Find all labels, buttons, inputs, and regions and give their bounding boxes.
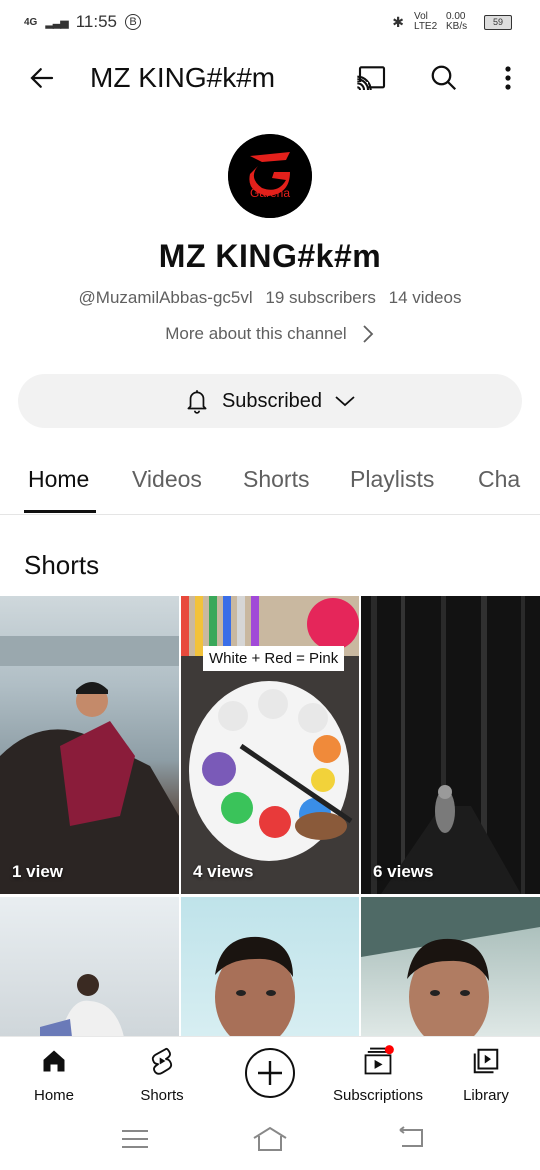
home-icon xyxy=(0,1043,108,1079)
shorts-icon xyxy=(108,1043,216,1079)
short-overlay-text: White + Red = Pink xyxy=(203,646,345,671)
subscribe-button[interactable]: Subscribed xyxy=(18,374,522,428)
subscriptions-icon xyxy=(324,1043,432,1079)
tab-shorts[interactable]: Shorts xyxy=(243,466,309,493)
status-time: 11:55 xyxy=(75,12,118,31)
channel-name: MZ KING#k#m xyxy=(158,238,382,274)
tab-channels[interactable]: Cha xyxy=(478,466,520,493)
shorts-section-title: Shorts xyxy=(24,550,100,580)
short-view-count: 6 views xyxy=(373,862,434,881)
status-bar: 4G ▂▃▅ 11:55 B ✱ Vol LTE2 0.00 KB/s 59 xyxy=(0,0,540,44)
short-thumbnail[interactable]: 1 view xyxy=(0,596,179,894)
channel-tabs: Home Videos Shorts Playlists Cha xyxy=(0,450,540,515)
signal-icon: ▂▃▅ xyxy=(45,16,68,29)
bell-icon xyxy=(187,390,207,414)
bottom-navigation: Home Shorts Subscriptions Library xyxy=(0,1036,540,1113)
short-thumbnail[interactable] xyxy=(0,897,179,1037)
more-vert-icon[interactable] xyxy=(488,58,528,98)
short-thumbnail[interactable] xyxy=(181,897,359,1037)
channel-avatar[interactable]: Garena xyxy=(228,134,312,218)
tab-home[interactable]: Home xyxy=(28,466,89,493)
active-tab-indicator xyxy=(24,510,96,513)
create-button[interactable] xyxy=(216,1045,324,1109)
volte-indicator: Vol LTE2 xyxy=(414,11,438,32)
more-about-label: More about this channel xyxy=(165,324,347,343)
nav-library-label: Library xyxy=(463,1087,509,1104)
subscribe-label: Subscribed xyxy=(221,389,323,412)
nav-subscriptions[interactable]: Subscriptions xyxy=(324,1043,432,1104)
avatar-text: Garena xyxy=(249,186,291,200)
channel-meta: @MuzamilAbbas-gc5vl 19 subscribers 14 vi… xyxy=(0,288,540,308)
bluetooth-icon: ✱ xyxy=(392,13,404,30)
nav-home[interactable]: Home xyxy=(0,1043,108,1104)
short-image xyxy=(0,636,179,894)
short-view-count: 4 views xyxy=(193,862,254,881)
nav-shorts-label: Shorts xyxy=(140,1087,184,1104)
b-badge: B xyxy=(125,14,142,30)
nav-home-label: Home xyxy=(33,1087,74,1104)
short-thumbnail[interactable]: 6 views xyxy=(361,596,540,894)
tab-playlists[interactable]: Playlists xyxy=(350,466,434,493)
network-speed: 0.00 KB/s xyxy=(446,11,468,32)
menu-icon[interactable] xyxy=(120,1128,150,1155)
nav-library[interactable]: Library xyxy=(432,1043,540,1104)
short-view-count: 1 view xyxy=(12,862,64,881)
home-nav-icon[interactable] xyxy=(252,1126,288,1157)
subscriber-count: 19 subscribers xyxy=(265,288,376,307)
top-bar: MZ KING#k#m xyxy=(0,44,540,114)
short-image xyxy=(40,974,124,1037)
plus-circle-icon xyxy=(216,1045,324,1101)
short-image xyxy=(371,596,525,894)
more-about-link[interactable]: More about this channel xyxy=(0,324,540,344)
short-image xyxy=(181,596,359,861)
library-icon xyxy=(432,1043,540,1079)
search-icon[interactable] xyxy=(424,58,464,98)
short-image xyxy=(215,936,295,1037)
tab-videos[interactable]: Videos xyxy=(132,466,202,493)
arrow-left-icon[interactable] xyxy=(22,58,62,98)
nav-shorts[interactable]: Shorts xyxy=(108,1043,216,1104)
short-image xyxy=(361,897,540,1037)
back-nav-icon[interactable] xyxy=(396,1126,426,1155)
nav-subscriptions-label: Subscriptions xyxy=(332,1087,424,1104)
system-nav-bar xyxy=(0,1112,540,1170)
cast-icon[interactable] xyxy=(352,58,392,98)
short-thumbnail[interactable]: White + Red = Pink 4 views xyxy=(181,596,359,894)
short-thumbnail[interactable] xyxy=(361,897,540,1037)
chevron-right-icon xyxy=(363,325,373,343)
video-count: 14 videos xyxy=(388,288,462,307)
channel-handle: @MuzamilAbbas-gc5vl xyxy=(78,288,253,307)
chevron-down-icon xyxy=(335,396,355,407)
page-title: MZ KING#k#m xyxy=(90,62,276,93)
network-indicator: 4G xyxy=(24,16,38,28)
battery-icon: 59 xyxy=(484,14,512,30)
